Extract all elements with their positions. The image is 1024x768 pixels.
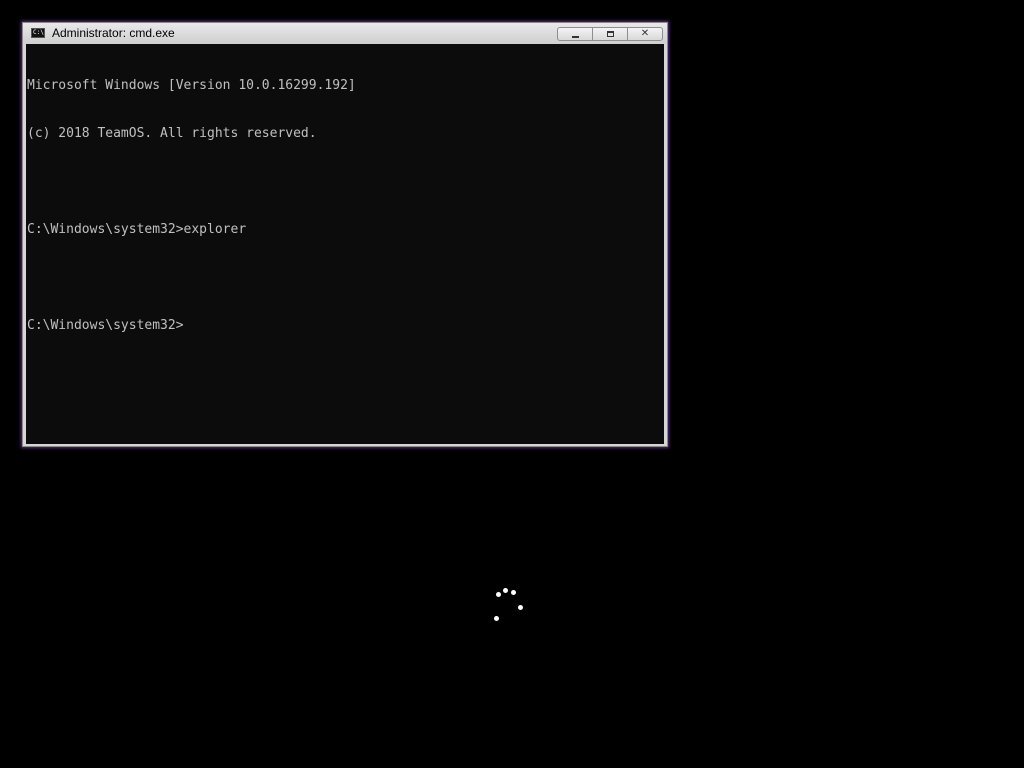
spinner-dot: [494, 616, 499, 621]
desktop: C:\ Administrator: cmd.exe ✕ Microsoft W…: [0, 0, 1024, 768]
console-prompt[interactable]: C:\Windows\system32>: [27, 318, 664, 334]
console-line: (c) 2018 TeamOS. All rights reserved.: [27, 126, 317, 141]
spinner-dot: [511, 590, 516, 595]
loading-spinner-icon: [492, 585, 526, 623]
console-line: Microsoft Windows [Version 10.0.16299.19…: [27, 78, 356, 93]
minimize-button[interactable]: [557, 27, 593, 41]
spinner-dot: [503, 588, 508, 593]
maximize-icon: [606, 31, 614, 37]
minimize-icon: [571, 35, 579, 38]
maximize-button[interactable]: [592, 27, 628, 41]
console-area[interactable]: Microsoft Windows [Version 10.0.16299.19…: [26, 44, 664, 444]
title-bar[interactable]: C:\ Administrator: cmd.exe ✕: [23, 23, 667, 44]
spinner-dot: [496, 592, 501, 597]
spinner-dot: [518, 605, 523, 610]
close-button[interactable]: ✕: [627, 27, 663, 41]
cmd-icon[interactable]: C:\: [31, 28, 45, 38]
cmd-window[interactable]: C:\ Administrator: cmd.exe ✕ Microsoft W…: [22, 22, 668, 447]
window-title: Administrator: cmd.exe: [52, 26, 175, 40]
console-output: Microsoft Windows [Version 10.0.16299.19…: [26, 44, 664, 366]
caption-buttons: ✕: [557, 27, 663, 42]
console-line: C:\Windows\system32>explorer: [27, 222, 247, 237]
close-icon: ✕: [640, 28, 650, 39]
